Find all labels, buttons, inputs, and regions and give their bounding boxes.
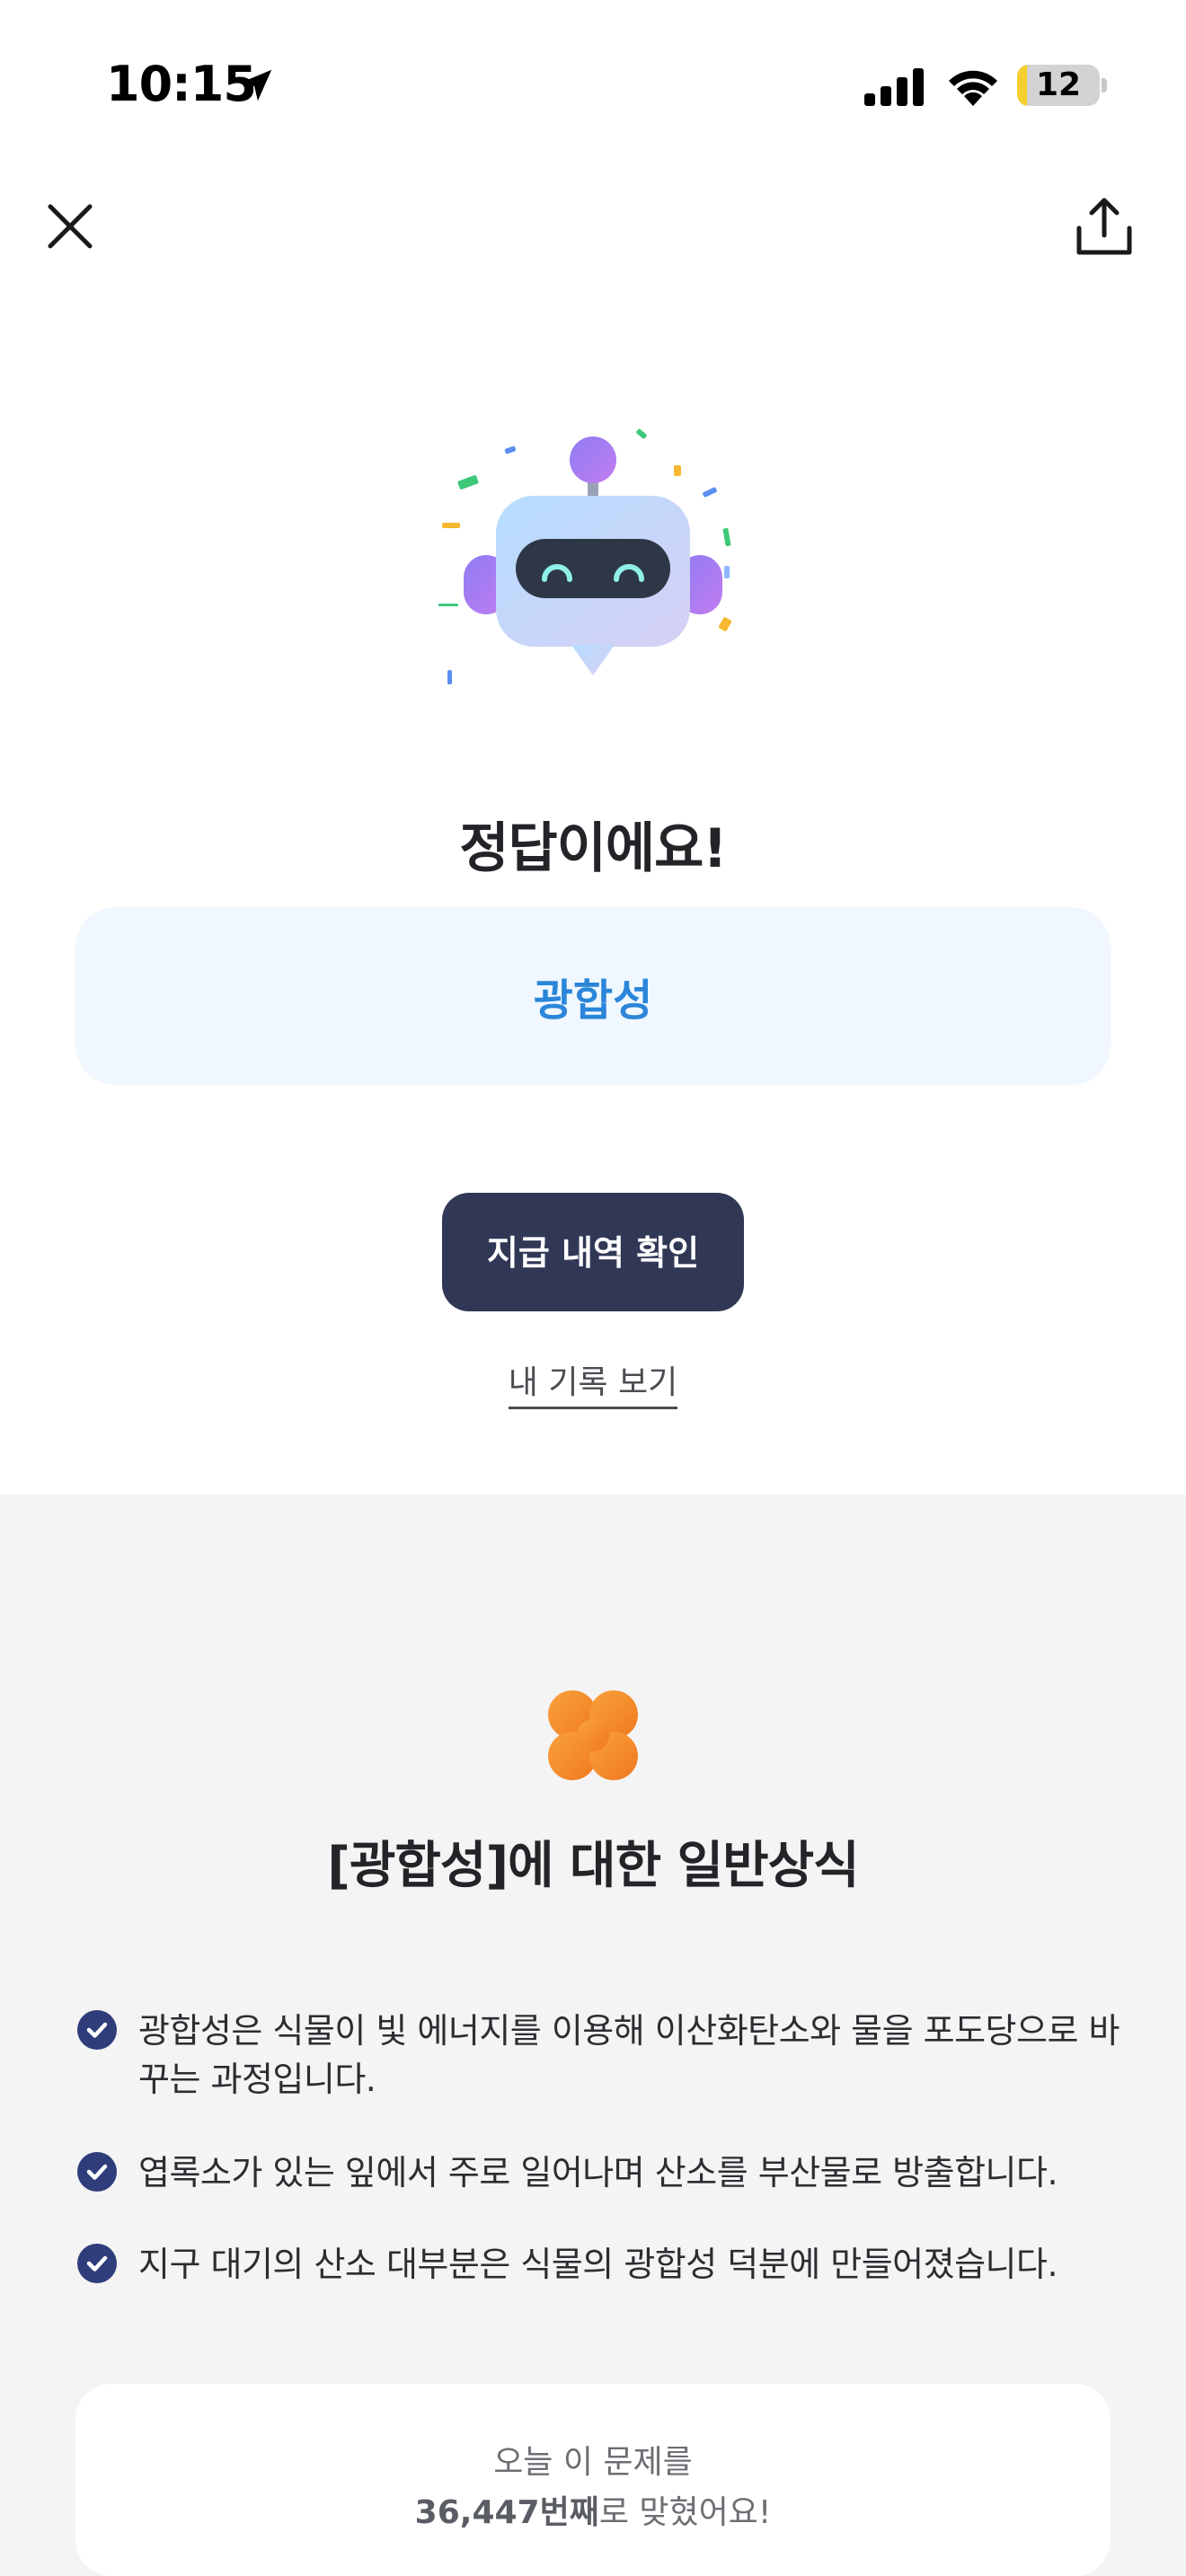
payment-history-button[interactable]: 지급 내역 확인 [442,1193,744,1311]
wifi-icon [949,70,997,106]
location-arrow-icon [240,69,272,101]
info-heading: [광합성]에 대한 일반상식 [327,1837,859,1895]
answer-text: 광합성 [533,975,653,1026]
check-circle-icon [77,2152,117,2192]
my-history-link[interactable]: 내 기록 보기 [508,1364,678,1409]
status-time: 10:15 [106,56,257,112]
battery-nub [1102,78,1107,93]
battery-level-text: 12 [1035,66,1082,103]
fact-text: 광합성은 식물이 빛 에너지를 이용해 이산화탄소와 물을 포도당으로 바꾸는 … [138,2011,1120,2099]
fact-text: 지구 대기의 산소 대부분은 식물의 광합성 덕분에 만들어졌습니다. [138,2245,1058,2284]
stat-result-text: 36,447번째로 맞혔어요! [75,2486,1111,2533]
stat-count: 36,447번째 [414,2494,599,2531]
stat-intro-text: 오늘 이 문제를 [493,2444,693,2481]
battery-icon: 12 [1017,65,1100,106]
check-circle-icon [77,2010,117,2050]
fact-text: 엽록소가 있는 잎에서 주로 일어나며 산소를 부산물로 방출합니다. [138,2153,1058,2192]
my-history-link-row: 내 기록 보기 [0,1356,1186,1409]
share-icon[interactable] [1075,196,1134,257]
check-circle-icon [77,2244,117,2283]
clover-icon [548,1690,638,1780]
stat-suffix: 로 맞혔어요! [598,2494,772,2531]
robot-mascot-illustration [438,428,732,684]
close-icon[interactable] [43,199,97,253]
result-title: 정답이에요! [459,817,727,880]
cellular-signal-icon [864,68,924,106]
